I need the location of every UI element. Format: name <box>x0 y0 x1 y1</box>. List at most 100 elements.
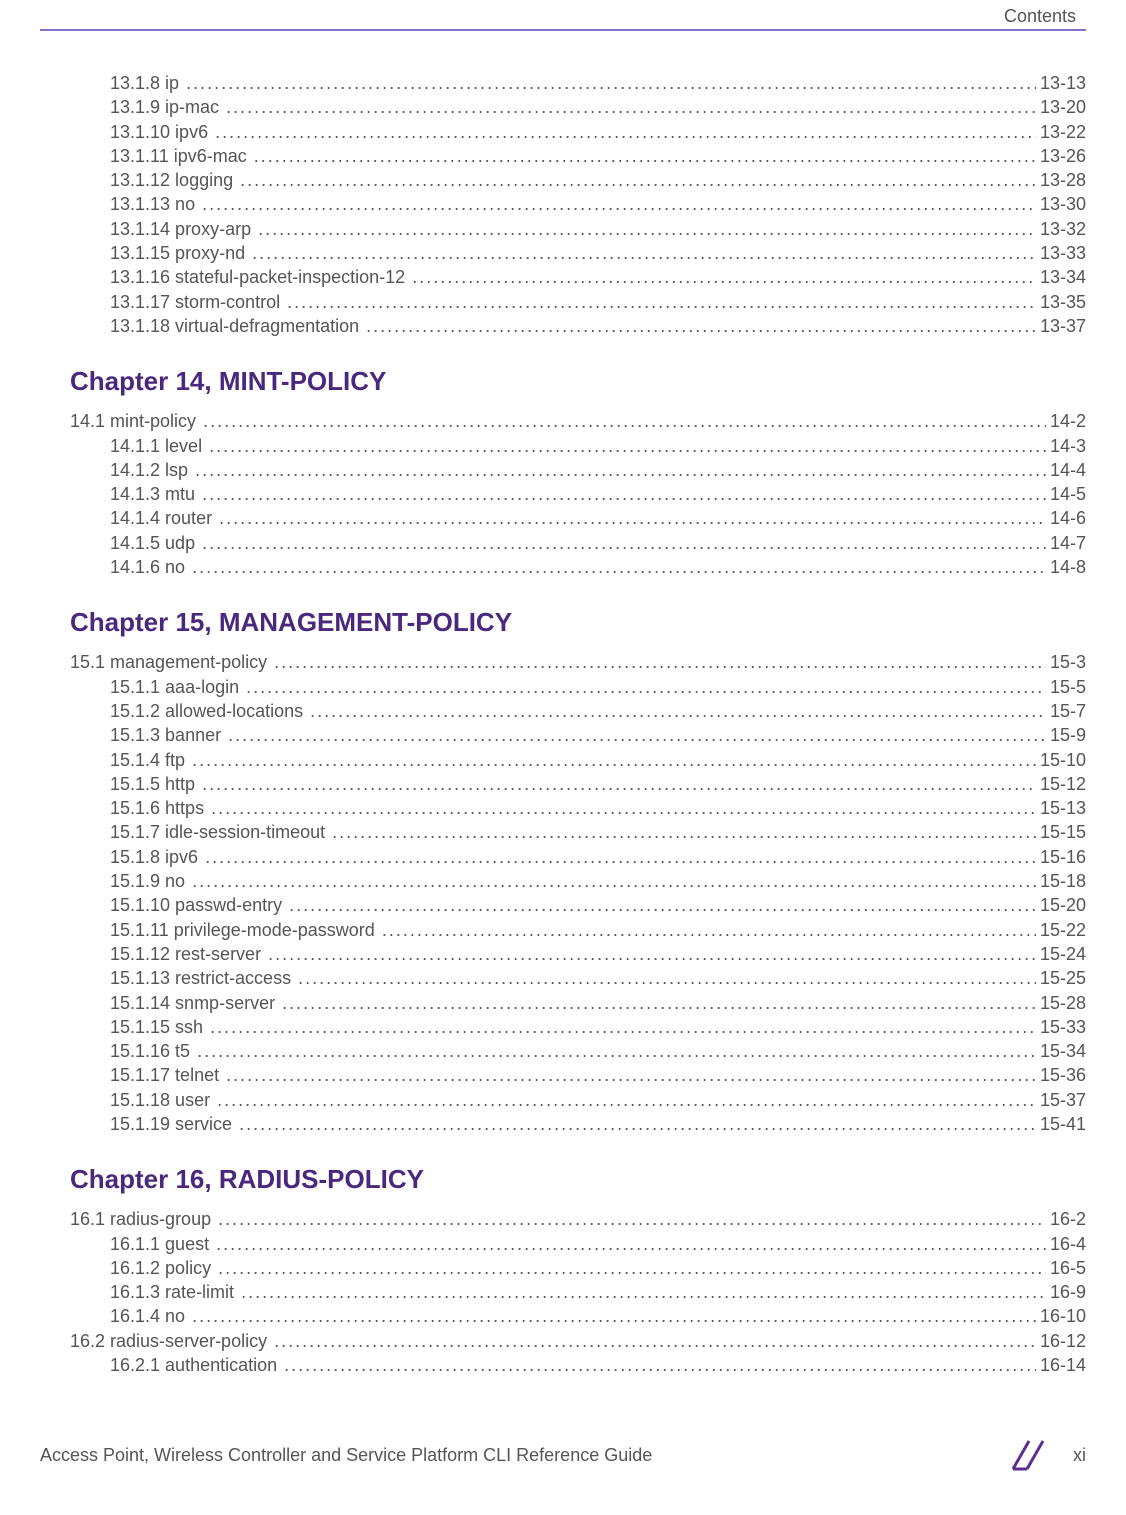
toc-entry-page: 14-7 <box>1046 531 1086 555</box>
toc-entry[interactable]: 13.1.11 ipv6-mac 13-26 <box>110 144 1086 168</box>
page-number: xi <box>1073 1445 1086 1466</box>
toc-entry[interactable]: 15.1.19 service 15-41 <box>110 1112 1086 1136</box>
toc-entry[interactable]: 13.1.9 ip-mac 13-20 <box>110 95 1086 119</box>
toc-entry[interactable]: 15.1.3 banner 15-9 <box>110 723 1086 747</box>
toc-entry-page: 15-9 <box>1046 723 1086 747</box>
toc-entry[interactable]: 14.1 mint-policy 14-2 <box>70 409 1086 433</box>
toc-entry-page: 13-34 <box>1036 265 1086 289</box>
toc-entry-page: 15-16 <box>1036 845 1086 869</box>
toc-entry-label: 13.1.10 ipv6 <box>110 122 215 142</box>
toc-entry[interactable]: 14.1.6 no 14-8 <box>110 555 1086 579</box>
toc-entry-label: 13.1.8 ip <box>110 73 186 93</box>
toc-entry[interactable]: 13.1.18 virtual-defragmentation 13-37 <box>110 314 1086 338</box>
chapter-heading[interactable]: Chapter 16, RADIUS-POLICY <box>70 1164 1086 1195</box>
toc-body: 13.1.8 ip 13-1313.1.9 ip-mac 13-2013.1.1… <box>40 71 1086 1377</box>
toc-entry[interactable]: 15.1.15 ssh 15-33 <box>110 1015 1086 1039</box>
toc-entry-label: 15.1.16 t5 <box>110 1041 197 1061</box>
toc-entry[interactable]: 15.1.10 passwd-entry 15-20 <box>110 893 1086 917</box>
toc-entry[interactable]: 13.1.15 proxy-nd 13-33 <box>110 241 1086 265</box>
toc-entry-label: 15.1.18 user <box>110 1090 217 1110</box>
toc-entry[interactable]: 15.1.2 allowed-locations 15-7 <box>110 699 1086 723</box>
toc-entry-page: 16-2 <box>1046 1207 1086 1231</box>
toc-entry[interactable]: 15.1.1 aaa-login 15-5 <box>110 675 1086 699</box>
toc-entry-page: 16-14 <box>1036 1353 1086 1377</box>
toc-entry-label: 15.1.17 telnet <box>110 1065 226 1085</box>
toc-entry-page: 15-7 <box>1046 699 1086 723</box>
toc-entry-label: 14.1 mint-policy <box>70 411 203 431</box>
toc-entry-label: 15.1.10 passwd-entry <box>110 895 289 915</box>
toc-entry-page: 13-30 <box>1036 192 1086 216</box>
toc-entry-label: 15.1.6 https <box>110 798 211 818</box>
toc-entry[interactable]: 14.1.2 lsp 14-4 <box>110 458 1086 482</box>
toc-entry-page: 14-8 <box>1046 555 1086 579</box>
toc-entry-page: 15-33 <box>1036 1015 1086 1039</box>
toc-entry-page: 15-3 <box>1046 650 1086 674</box>
toc-entry[interactable]: 14.1.5 udp 14-7 <box>110 531 1086 555</box>
page: Contents 13.1.8 ip 13-1313.1.9 ip-mac 13… <box>0 0 1126 1515</box>
toc-entry[interactable]: 15.1.5 http 15-12 <box>110 772 1086 796</box>
toc-entry[interactable]: 15.1.13 restrict-access 15-25 <box>110 966 1086 990</box>
toc-entry[interactable]: 15.1.7 idle-session-timeout 15-15 <box>110 820 1086 844</box>
toc-entry[interactable]: 15.1.12 rest-server 15-24 <box>110 942 1086 966</box>
toc-entry[interactable]: 15.1.4 ftp 15-10 <box>110 748 1086 772</box>
toc-entry[interactable]: 13.1.13 no 13-30 <box>110 192 1086 216</box>
toc-entry-label: 15.1.3 banner <box>110 725 228 745</box>
toc-entry-label: 13.1.11 ipv6-mac <box>110 146 254 166</box>
toc-entry[interactable]: 15.1.11 privilege-mode-password 15-22 <box>110 918 1086 942</box>
toc-entry-label: 16.1.4 no <box>110 1306 192 1326</box>
toc-entry-label: 15.1.13 restrict-access <box>110 968 298 988</box>
toc-entry-label: 16.1 radius-group <box>70 1209 218 1229</box>
toc-entry[interactable]: 13.1.14 proxy-arp 13-32 <box>110 217 1086 241</box>
page-footer: Access Point, Wireless Controller and Se… <box>40 1435 1086 1475</box>
toc-entry-page: 15-18 <box>1036 869 1086 893</box>
toc-entry-label: 16.1.2 policy <box>110 1258 218 1278</box>
toc-entry[interactable]: 14.1.4 router 14-6 <box>110 506 1086 530</box>
toc-entry-label: 15.1.5 http <box>110 774 202 794</box>
toc-continuation: 13.1.8 ip 13-1313.1.9 ip-mac 13-2013.1.1… <box>70 71 1086 338</box>
toc-entry[interactable]: 15.1.18 user 15-37 <box>110 1088 1086 1112</box>
toc-entry-page: 14-3 <box>1046 434 1086 458</box>
toc-entry-label: 13.1.14 proxy-arp <box>110 219 258 239</box>
toc-entry-label: 15.1.19 service <box>110 1114 239 1134</box>
toc-entry[interactable]: 15.1 management-policy 15-3 <box>70 650 1086 674</box>
toc-entry[interactable]: 13.1.10 ipv6 13-22 <box>110 120 1086 144</box>
toc-entry[interactable]: 15.1.8 ipv6 15-16 <box>110 845 1086 869</box>
toc-entry[interactable]: 16.1.1 guest 16-4 <box>110 1232 1086 1256</box>
toc-entry[interactable]: 16.1 radius-group 16-2 <box>70 1207 1086 1231</box>
toc-entry-label: 14.1.3 mtu <box>110 484 202 504</box>
toc-entry-page: 14-4 <box>1046 458 1086 482</box>
toc-entry[interactable]: 15.1.17 telnet 15-36 <box>110 1063 1086 1087</box>
toc-entry-page: 15-28 <box>1036 991 1086 1015</box>
chapter-heading[interactable]: Chapter 14, MINT-POLICY <box>70 366 1086 397</box>
toc-entry[interactable]: 15.1.6 https 15-13 <box>110 796 1086 820</box>
toc-entry[interactable]: 16.1.4 no 16-10 <box>110 1304 1086 1328</box>
toc-entry-label: 15.1.1 aaa-login <box>110 677 246 697</box>
toc-entry[interactable]: 16.1.2 policy 16-5 <box>110 1256 1086 1280</box>
toc-entry[interactable]: 15.1.14 snmp-server 15-28 <box>110 991 1086 1015</box>
toc-entry[interactable]: 13.1.16 stateful-packet-inspection-12 13… <box>110 265 1086 289</box>
toc-entry-page: 15-20 <box>1036 893 1086 917</box>
footer-right: xi <box>1007 1435 1086 1475</box>
toc-entry[interactable]: 14.1.3 mtu 14-5 <box>110 482 1086 506</box>
toc-entry-page: 15-10 <box>1036 748 1086 772</box>
toc-entry[interactable]: 16.2.1 authentication 16-14 <box>110 1353 1086 1377</box>
toc-entry-label: 13.1.15 proxy-nd <box>110 243 252 263</box>
toc-chapters: Chapter 14, MINT-POLICY 14.1 mint-policy … <box>70 366 1086 1377</box>
toc-entry[interactable]: 13.1.8 ip 13-13 <box>110 71 1086 95</box>
toc-entry-page: 13-33 <box>1036 241 1086 265</box>
toc-entry[interactable]: 15.1.16 t5 15-34 <box>110 1039 1086 1063</box>
toc-entry-label: 14.1.4 router <box>110 508 219 528</box>
toc-entry[interactable]: 16.1.3 rate-limit 16-9 <box>110 1280 1086 1304</box>
toc-entry[interactable]: 13.1.12 logging 13-28 <box>110 168 1086 192</box>
running-header: Contents <box>40 0 1086 29</box>
running-header-text: Contents <box>1004 6 1076 26</box>
toc-entry-page: 15-34 <box>1036 1039 1086 1063</box>
toc-entry-label: 13.1.17 storm-control <box>110 292 287 312</box>
toc-entry[interactable]: 13.1.17 storm-control 13-35 <box>110 290 1086 314</box>
toc-entry-page: 16-4 <box>1046 1232 1086 1256</box>
toc-entry-page: 15-25 <box>1036 966 1086 990</box>
chapter-heading[interactable]: Chapter 15, MANAGEMENT-POLICY <box>70 607 1086 638</box>
toc-entry[interactable]: 16.2 radius-server-policy 16-12 <box>70 1329 1086 1353</box>
toc-entry[interactable]: 15.1.9 no 15-18 <box>110 869 1086 893</box>
toc-entry[interactable]: 14.1.1 level 14-3 <box>110 434 1086 458</box>
